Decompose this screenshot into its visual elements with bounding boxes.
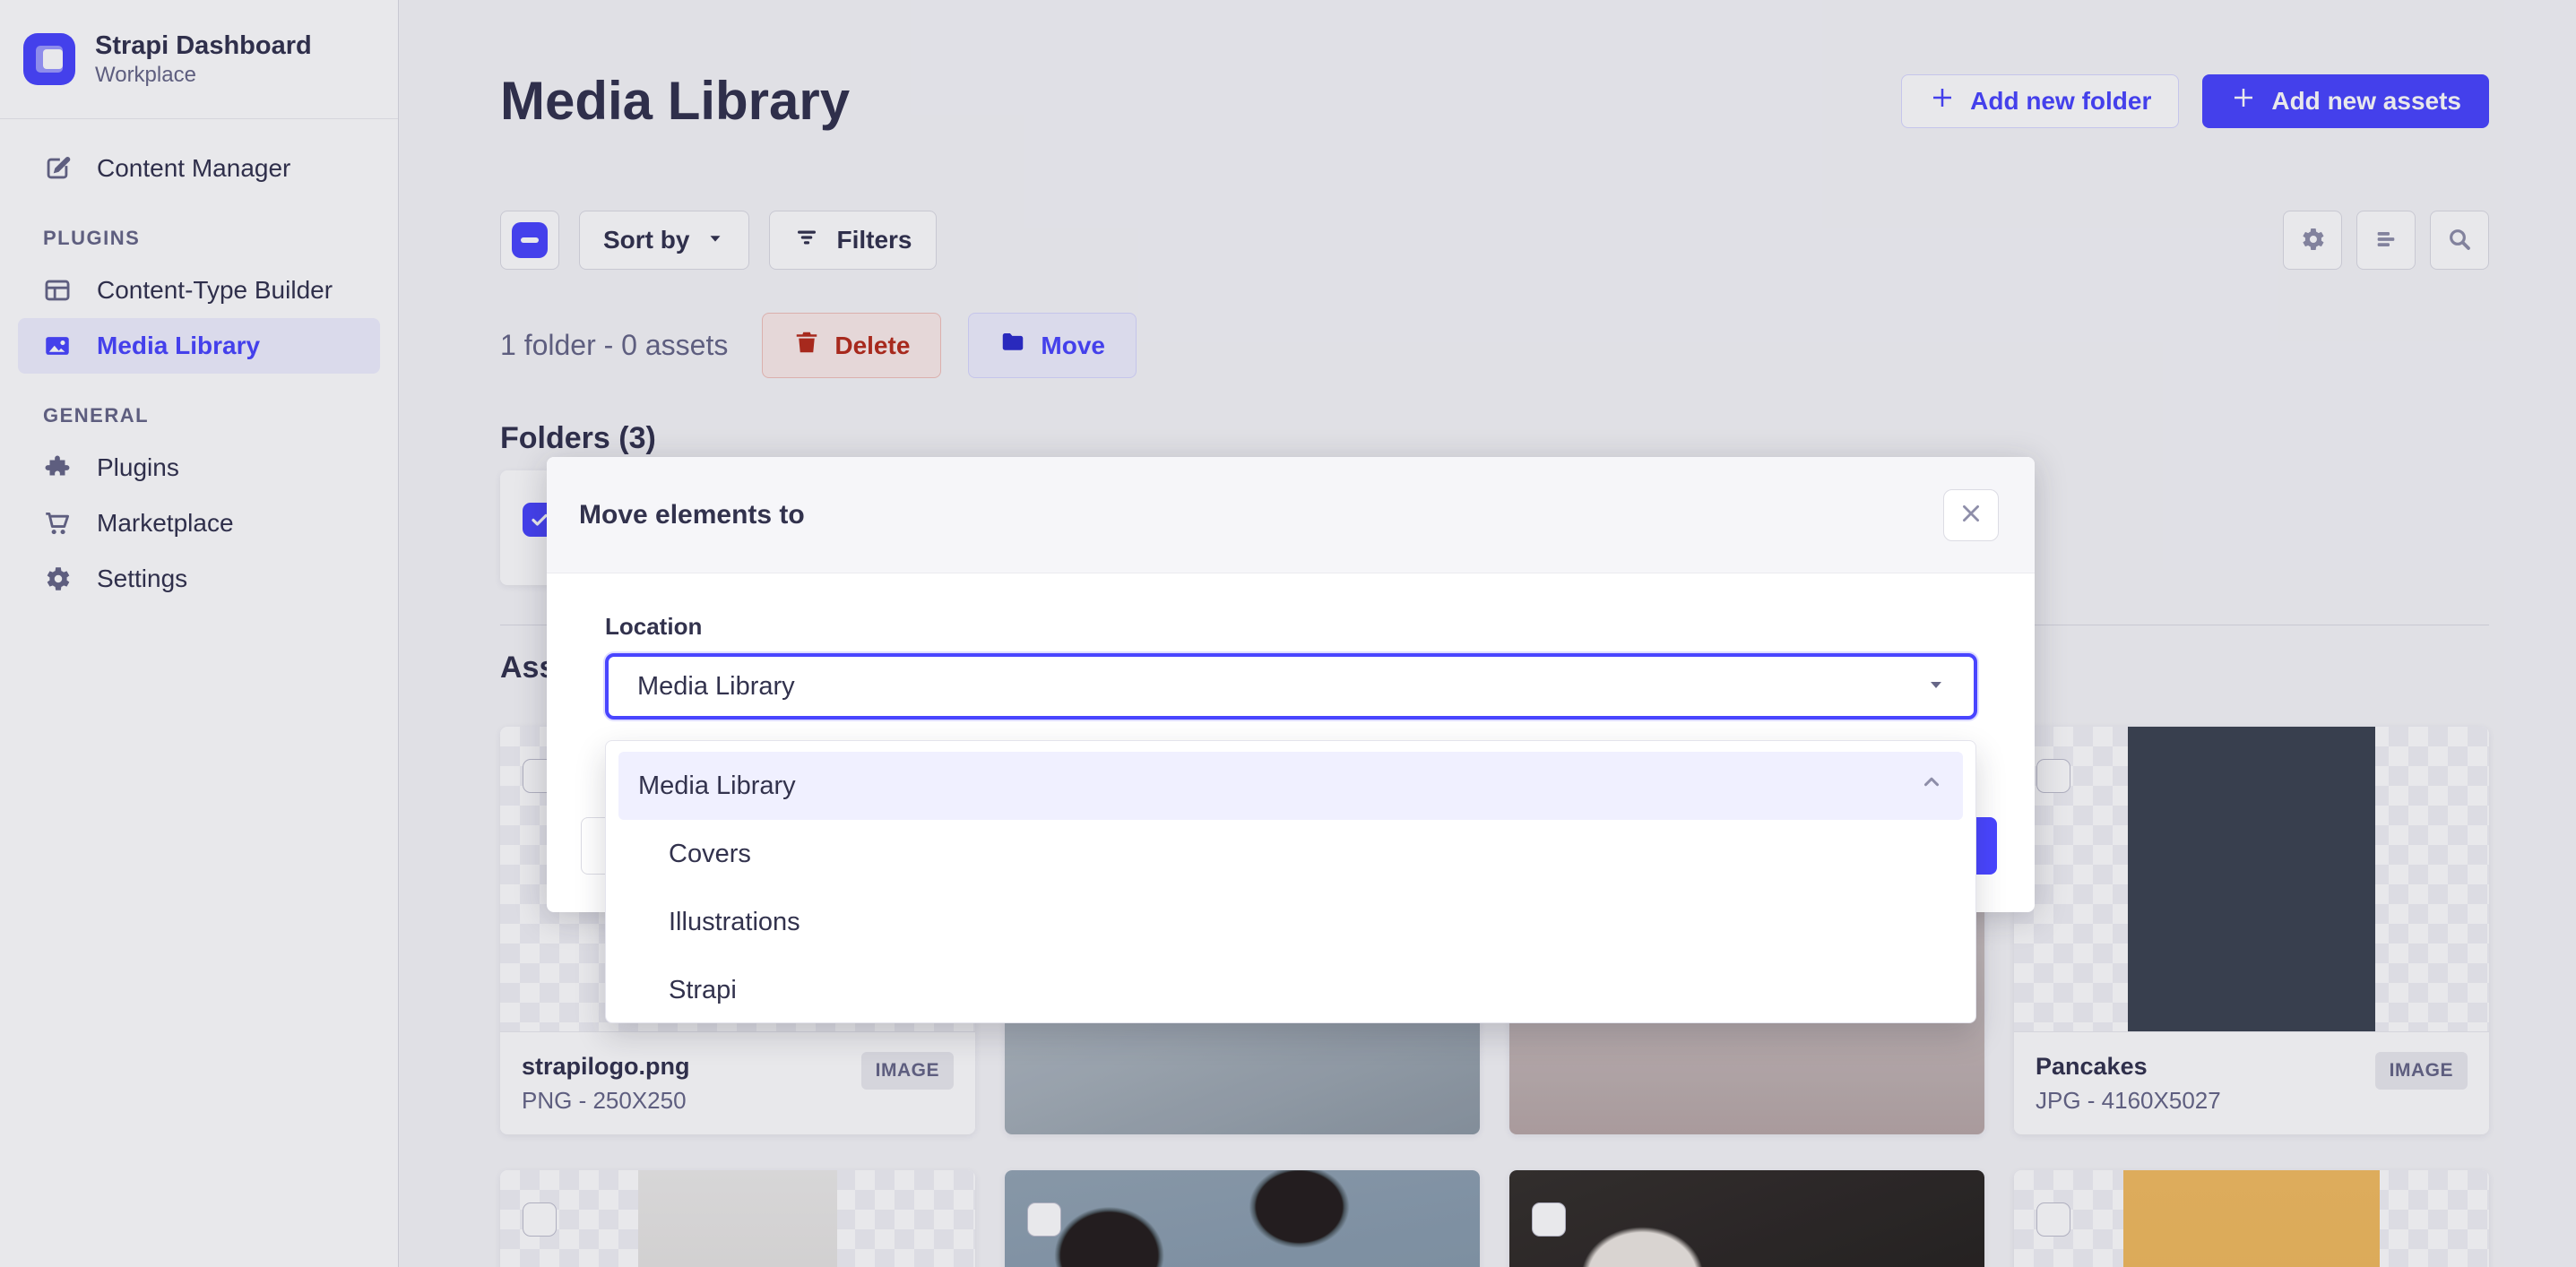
- close-icon: [1959, 502, 1983, 528]
- option-illustrations[interactable]: Illustrations: [618, 888, 1963, 956]
- location-select-value: Media Library: [637, 672, 795, 702]
- chevron-up-icon[interactable]: [1920, 771, 1943, 801]
- option-media-library[interactable]: Media Library: [618, 752, 1963, 820]
- location-select[interactable]: Media Library: [605, 653, 1977, 720]
- modal-title: Move elements to: [579, 500, 805, 530]
- location-label: Location: [605, 613, 1977, 641]
- media-library-screen: Strapi Dashboard Workplace Content Manag…: [0, 0, 2576, 1267]
- location-dropdown: Media Library Covers Illustrations Strap…: [605, 740, 1976, 1023]
- close-modal-button[interactable]: [1943, 489, 1999, 541]
- option-strapi[interactable]: Strapi: [618, 956, 1963, 1024]
- caret-down-icon: [1925, 674, 1947, 700]
- option-covers[interactable]: Covers: [618, 820, 1963, 888]
